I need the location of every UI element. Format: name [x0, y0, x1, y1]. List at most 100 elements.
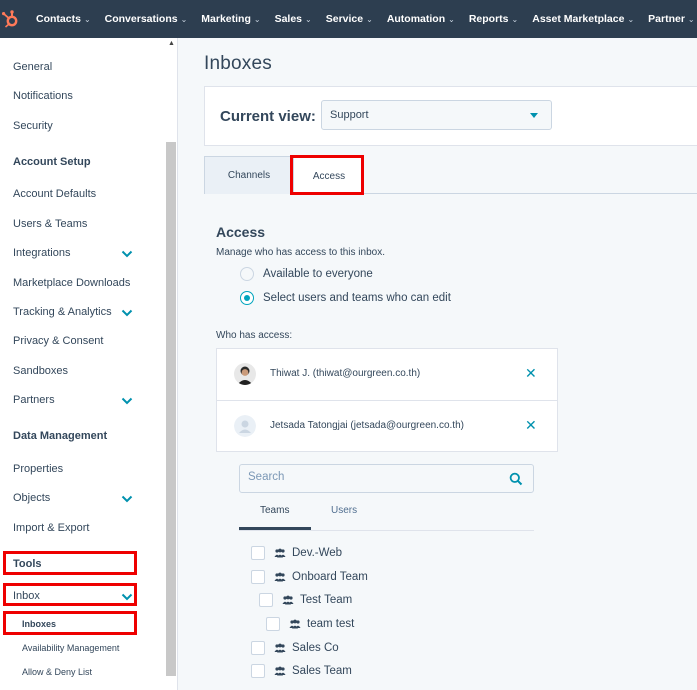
tab-channels-label: Channels — [227, 170, 271, 181]
sidebar-item-properties[interactable]: Properties — [13, 463, 63, 475]
team-icon — [282, 595, 294, 605]
list-item: Jetsada Tatongjai (jetsada@ourgreen.co.t… — [217, 400, 557, 451]
chevron-down-icon[interactable] — [121, 592, 133, 602]
sidebar-scrollbar[interactable] — [166, 142, 176, 676]
nav-partner-label: Partner — [648, 13, 685, 25]
scroll-up-arrow-icon[interactable]: ▲ — [168, 40, 175, 47]
sidebar-item-security[interactable]: Security — [13, 120, 53, 132]
team-user-search-box — [239, 464, 534, 493]
sidebar-item-sandboxes[interactable]: Sandboxes — [13, 365, 68, 377]
sidebar-item-inbox[interactable]: Inbox — [13, 590, 40, 602]
nav-automation[interactable]: Automation ⌄ — [380, 0, 462, 38]
chevron-down-icon: ⌄ — [687, 14, 695, 24]
tab-access[interactable]: Access — [294, 156, 364, 195]
chevron-down-icon: ⌄ — [253, 14, 261, 24]
sidebar-heading-tools: Tools — [13, 558, 42, 570]
radio-available-to-everyone[interactable]: Available to everyone — [240, 267, 373, 281]
sidebar-subitem-inboxes[interactable]: Inboxes — [22, 619, 56, 629]
nav-reports-label: Reports — [468, 13, 509, 25]
sidebar-item-import-export[interactable]: Import & Export — [13, 522, 89, 534]
team-name: Test Team — [300, 594, 353, 606]
nav-asset-marketplace-label: Asset Marketplace — [532, 13, 625, 25]
nav-partner[interactable]: Partner ⌄ — [641, 0, 697, 38]
search-icon[interactable] — [509, 472, 523, 486]
chevron-down-icon: ⌄ — [180, 14, 188, 24]
main-content: Inboxes Current view: Support Channels A… — [178, 38, 697, 690]
sidebar-item-account-defaults[interactable]: Account Defaults — [13, 188, 96, 200]
nav-marketing[interactable]: Marketing ⌄ — [194, 0, 267, 38]
teams-users-tabs: Teams Users — [239, 501, 534, 531]
nav-reports[interactable]: Reports ⌄ — [462, 0, 525, 38]
team-icon — [274, 572, 286, 582]
team-name: Sales Team — [292, 665, 352, 677]
sidebar-item-marketplace-downloads[interactable]: Marketplace Downloads — [13, 277, 130, 289]
team-option-sales-co[interactable]: Sales Co — [251, 641, 339, 655]
sidebar-item-general[interactable]: General — [13, 61, 52, 73]
remove-user-close-icon[interactable]: ✕ — [525, 417, 537, 434]
nav-service[interactable]: Service ⌄ — [319, 0, 380, 38]
chevron-down-icon: ⌄ — [83, 14, 91, 24]
sidebar-item-tracking-analytics[interactable]: Tracking & Analytics — [13, 306, 112, 318]
chevron-down-icon: ⌄ — [511, 14, 519, 24]
team-icon — [274, 643, 286, 653]
team-name: Onboard Team — [292, 571, 368, 583]
access-user-list: Thiwat J. (thiwat@ourgreen.co.th) ✕ Jets… — [216, 348, 558, 452]
sidebar-subitem-availability-management[interactable]: Availability Management — [22, 643, 119, 653]
hubspot-logo-icon[interactable] — [0, 0, 20, 38]
team-name: Dev.-Web — [292, 547, 343, 559]
checkbox[interactable] — [251, 546, 265, 560]
checkbox[interactable] — [259, 593, 273, 607]
access-section-title: Access — [216, 224, 266, 240]
chevron-down-icon: ⌄ — [366, 14, 373, 24]
team-option-sales-team[interactable]: Sales Team — [251, 664, 352, 678]
checkbox[interactable] — [251, 570, 265, 584]
chevron-down-icon: ⌄ — [627, 14, 635, 24]
checkbox[interactable] — [251, 641, 265, 655]
sidebar-item-users-teams[interactable]: Users & Teams — [13, 218, 87, 230]
who-has-access-label: Who has access: — [216, 330, 293, 341]
sidebar-item-privacy-consent[interactable]: Privacy & Consent — [13, 335, 103, 347]
team-option-dev-web[interactable]: Dev.-Web — [251, 546, 342, 560]
nav-contacts[interactable]: Contacts ⌄ — [29, 0, 98, 38]
radio-button-unselected[interactable] — [240, 267, 254, 281]
radio-select-users-teams[interactable]: Select users and teams who can edit — [240, 291, 451, 305]
current-view-value: Support — [330, 109, 369, 121]
chevron-down-icon[interactable] — [121, 396, 133, 406]
search-input[interactable] — [248, 471, 498, 483]
sidebar-heading-account-setup: Account Setup — [13, 156, 91, 168]
chevron-down-icon[interactable] — [121, 249, 133, 259]
sidebar-item-integrations[interactable]: Integrations — [13, 247, 70, 259]
sidebar-item-partners[interactable]: Partners — [13, 394, 55, 406]
remove-user-close-icon[interactable]: ✕ — [525, 365, 537, 382]
access-description: Manage who has access to this inbox. — [216, 247, 385, 258]
tab-users[interactable]: Users — [331, 505, 357, 516]
chevron-down-icon[interactable] — [121, 494, 133, 504]
team-name: Sales Co — [292, 642, 339, 654]
team-option-team-test[interactable]: team test — [266, 617, 354, 631]
checkbox[interactable] — [251, 664, 265, 678]
current-view-dropdown[interactable]: Support — [321, 100, 552, 130]
nav-sales[interactable]: Sales ⌄ — [268, 0, 319, 38]
list-item: Thiwat J. (thiwat@ourgreen.co.th) ✕ — [217, 349, 557, 400]
page-title: Inboxes — [204, 53, 272, 74]
checkbox[interactable] — [266, 617, 280, 631]
sidebar-item-notifications[interactable]: Notifications — [13, 90, 73, 102]
tab-channels[interactable]: Channels — [204, 156, 294, 194]
sidebar-item-objects[interactable]: Objects — [13, 492, 50, 504]
team-option-onboard-team[interactable]: Onboard Team — [251, 570, 368, 584]
radio-label: Available to everyone — [263, 268, 373, 280]
nav-automation-label: Automation — [386, 13, 446, 25]
nav-asset-marketplace[interactable]: Asset Marketplace ⌄ — [525, 0, 641, 38]
chevron-down-icon[interactable] — [121, 308, 133, 318]
top-navigation-bar: Contacts ⌄ Conversations ⌄ Marketing ⌄ Sale… — [0, 0, 697, 38]
inbox-tabs: Channels Access — [204, 156, 697, 195]
team-icon — [274, 666, 286, 676]
team-option-test-team[interactable]: Test Team — [259, 593, 352, 607]
avatar-placeholder-icon — [234, 415, 256, 437]
tab-access-label: Access — [312, 170, 346, 182]
sidebar-subitem-allow-deny-list[interactable]: Allow & Deny List — [22, 667, 92, 677]
radio-button-selected[interactable] — [240, 291, 254, 305]
nav-conversations[interactable]: Conversations ⌄ — [98, 0, 195, 38]
tab-teams[interactable]: Teams — [260, 505, 289, 516]
access-user-name: Jetsada Tatongjai (jetsada@ourgreen.co.t… — [270, 420, 464, 431]
